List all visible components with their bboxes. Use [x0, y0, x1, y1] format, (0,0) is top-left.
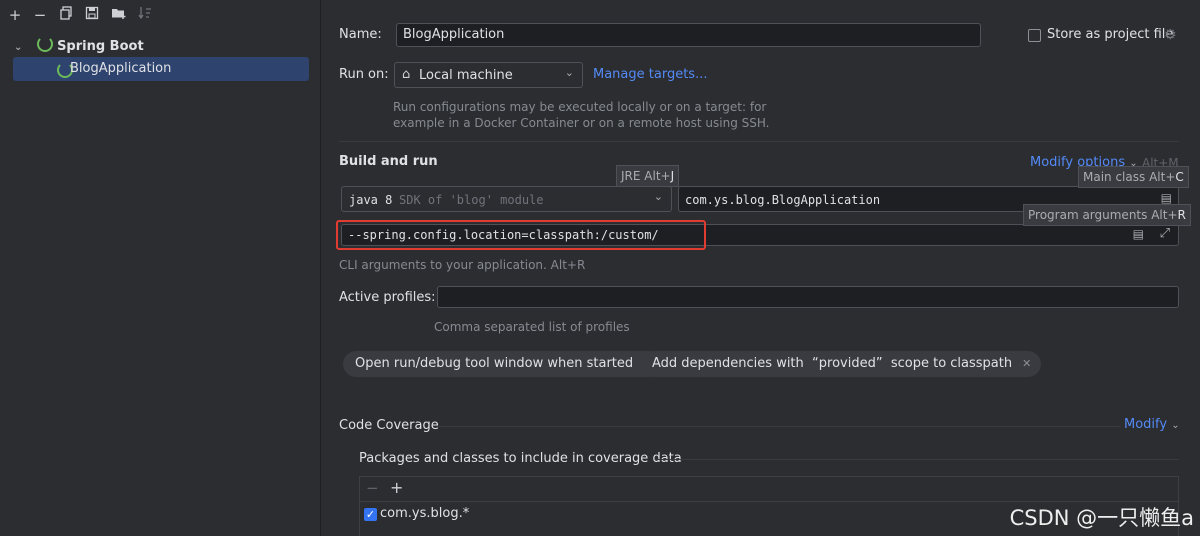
copy-icon[interactable] — [57, 6, 75, 24]
home-icon: ⌂ — [402, 67, 411, 82]
program-arguments-tooltip: Program arguments Alt+R — [1023, 204, 1191, 226]
runon-label: Run on: — [339, 67, 389, 82]
run-config-editor: Name: BlogApplication Store as project f… — [321, 0, 1200, 536]
expand-icon[interactable]: ⤢ — [1160, 226, 1170, 241]
coverage-item-checkbox[interactable]: ✓ — [364, 508, 377, 521]
browse-icon[interactable]: ▤ — [1161, 191, 1172, 205]
coverage-divider — [437, 426, 1121, 427]
watermark: CSDN @一只懒鱼a — [1009, 506, 1194, 530]
scrollbar[interactable] — [1193, 0, 1199, 536]
chip-add-provided-dependencies[interactable]: Add dependencies with “provided” scope t… — [640, 351, 1042, 377]
active-profiles-hint: Comma separated list of profiles — [434, 320, 630, 334]
jre-select[interactable]: java 8 SDK of 'blog' module ⌄ — [341, 186, 672, 212]
gear-icon[interactable]: ⚙ — [1164, 26, 1177, 44]
new-folder-icon[interactable] — [110, 6, 128, 24]
save-icon[interactable] — [83, 6, 101, 24]
active-profiles-label: Active profiles: — [339, 290, 436, 305]
highlight-box — [336, 220, 706, 250]
name-label: Name: — [339, 27, 382, 42]
add-icon[interactable]: + — [6, 6, 24, 24]
jre-tooltip: JRE Alt+J — [616, 165, 680, 187]
store-project-file-checkbox[interactable] — [1028, 29, 1041, 42]
chevron-down-icon: ⌄ — [564, 66, 574, 79]
active-profiles-input[interactable] — [437, 286, 1179, 308]
remove-icon[interactable]: − — [31, 6, 49, 24]
chevron-down-icon: ⌄ — [653, 190, 663, 203]
run-config-tree-panel: + − ⌄ Spring Boot BlogApplication — [0, 0, 321, 536]
tree-toolbar: + − — [0, 0, 320, 30]
chevron-down-icon[interactable]: ⌄ — [14, 38, 28, 58]
main-class-tooltip: Main class Alt+C — [1078, 166, 1189, 188]
code-coverage-title: Code Coverage — [339, 418, 439, 433]
close-icon[interactable]: ✕ — [1022, 357, 1031, 370]
runon-hint-line1: Run configurations may be executed local… — [393, 100, 767, 114]
tree-child-label: BlogApplication — [70, 61, 172, 76]
tree-item-blogapplication[interactable]: BlogApplication — [13, 57, 309, 81]
insert-macro-icon[interactable]: ▤ — [1133, 227, 1144, 241]
name-input[interactable]: BlogApplication — [396, 23, 981, 47]
runon-select[interactable]: ⌂ Local machine ⌄ — [394, 62, 583, 88]
remove-icon[interactable]: − — [366, 479, 379, 497]
chip-open-run-debug-window[interactable]: Open run/debug tool window when started✕ — [343, 351, 663, 377]
manage-targets-link[interactable]: Manage targets... — [593, 66, 707, 84]
coverage-item-label: com.ys.blog.* — [380, 506, 470, 521]
coverage-modify-link[interactable]: Modify ⌄ — [1124, 416, 1180, 435]
section-divider — [339, 141, 1179, 142]
spring-boot-icon — [36, 36, 53, 52]
sort-icon[interactable] — [136, 6, 154, 24]
packages-divider — [655, 459, 1179, 460]
chevron-down-icon: ⌄ — [1171, 420, 1180, 431]
packages-title: Packages and classes to include in cover… — [359, 451, 682, 466]
add-icon[interactable]: + — [390, 478, 403, 497]
store-project-file-label: Store as project file — [1047, 27, 1174, 42]
runon-hint-line2: example in a Docker Container or on a re… — [393, 116, 770, 130]
tree-item-spring-boot[interactable]: ⌄ Spring Boot — [14, 36, 144, 56]
build-and-run-title: Build and run — [339, 154, 438, 169]
tree-root-label: Spring Boot — [57, 39, 144, 54]
cli-hint: CLI arguments to your application. Alt+R — [339, 258, 586, 272]
